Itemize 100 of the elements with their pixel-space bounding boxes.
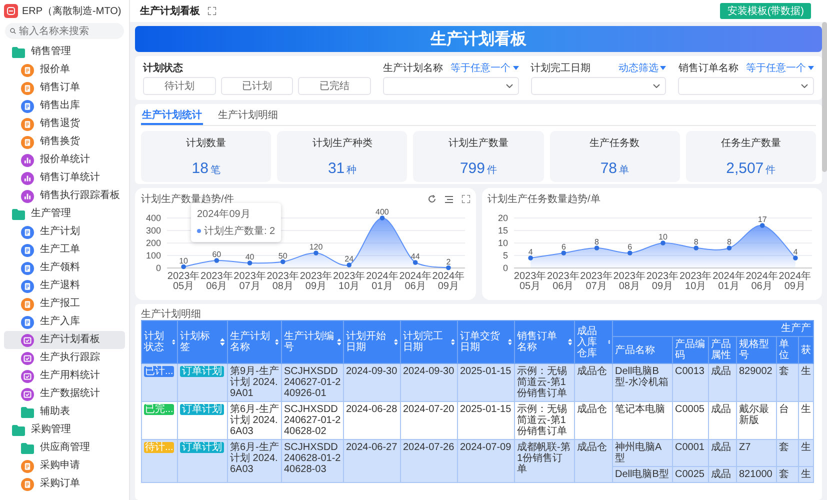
sidebar-item[interactable]: 报价单 xyxy=(4,61,125,79)
column-header: 产品属性 xyxy=(711,339,731,361)
data-label: 8 xyxy=(693,238,698,246)
axis-label: 200 xyxy=(146,238,161,248)
column-header: 获 xyxy=(801,344,811,356)
sidebar-item[interactable]: 销售换货 xyxy=(4,133,125,151)
axis-label: 2023年05月 xyxy=(167,271,200,292)
data-label: 40 xyxy=(245,252,254,262)
sidebar-item[interactable]: 生产执行跟踪 xyxy=(4,349,125,367)
data-point xyxy=(247,260,252,266)
tab[interactable]: 生产计划明细 xyxy=(217,107,279,125)
status-tag: 已计... xyxy=(144,366,174,377)
sort-icon[interactable] xyxy=(508,338,512,346)
tooltip-label: 计划生产数量: 2 xyxy=(204,224,276,238)
data-point xyxy=(693,246,698,250)
column-header: 计划状态 xyxy=(144,331,165,353)
sidebar-item[interactable]: 销售执行跟踪看板 xyxy=(4,187,125,205)
data-label: 6 xyxy=(627,242,632,252)
page-title: 生产计划看板 xyxy=(140,4,200,18)
sidebar-item[interactable]: 生产计划看板 xyxy=(4,331,125,349)
axis-label: 10 xyxy=(497,238,508,248)
sidebar-item[interactable]: 生产计划 xyxy=(4,223,125,241)
column-header: 成品入库仓库 xyxy=(577,326,598,358)
stat-label: 计划生产种类 xyxy=(312,136,372,150)
data-label: 120 xyxy=(309,242,323,252)
column-header: 生产计划编号 xyxy=(284,331,335,353)
sidebar-item[interactable]: 销售退货 xyxy=(4,115,125,133)
filter-mode-link[interactable]: 等于任意一个 xyxy=(450,60,519,74)
sort-icon[interactable] xyxy=(275,338,279,346)
sidebar-item[interactable]: 报价单统计 xyxy=(4,151,125,169)
column-header: 产品编码 xyxy=(675,339,705,361)
sidebar-item[interactable]: 生产工单 xyxy=(4,241,125,259)
table-cell: 821000 xyxy=(736,466,776,482)
sort-icon[interactable] xyxy=(336,338,341,346)
caret-icon xyxy=(808,66,814,70)
sort-icon[interactable] xyxy=(220,338,225,346)
list-icon[interactable] xyxy=(444,196,452,202)
sort-icon[interactable] xyxy=(568,338,572,346)
sidebar-item[interactable]: 生产领料 xyxy=(4,259,125,277)
filter-mode-link[interactable]: 等于任意一个 xyxy=(746,60,814,74)
sort-icon[interactable] xyxy=(608,338,610,346)
table-cell: 神州电脑A型 xyxy=(612,440,672,466)
axis-label: 2023年08月 xyxy=(266,271,299,292)
sidebar-item[interactable]: 供应商管理 xyxy=(4,439,125,457)
status-tag: 已完... xyxy=(144,404,174,415)
table-cell: Z7 xyxy=(736,440,776,466)
data-point xyxy=(759,223,764,228)
sidebar-item[interactable]: 生产数据统计 xyxy=(4,385,125,403)
table-cell: Dell电脑B型 xyxy=(612,466,672,482)
data-point xyxy=(214,258,220,263)
sidebar-item[interactable]: 生产入库 xyxy=(4,313,125,331)
axis-label: 2023年10月 xyxy=(679,271,712,292)
select-field[interactable] xyxy=(678,77,814,95)
table-cell: 第9月-生产计划 2024.9A01 xyxy=(228,364,282,402)
sort-icon[interactable] xyxy=(394,338,398,346)
sort-icon[interactable] xyxy=(172,338,175,346)
select-field[interactable] xyxy=(383,77,519,95)
status-option-button[interactable]: 已完结 xyxy=(298,77,372,95)
scrollbar-thumb[interactable] xyxy=(822,22,827,172)
data-label: 17 xyxy=(757,215,766,224)
sidebar-item[interactable]: 生产管理 xyxy=(4,205,125,223)
sidebar-item[interactable]: 采购订单 xyxy=(4,475,125,493)
sidebar-item[interactable]: 辅助表 xyxy=(4,403,125,421)
sidebar-item[interactable]: 销售订单统计 xyxy=(4,169,125,187)
status-option-button[interactable]: 待计划 xyxy=(143,77,216,95)
data-point xyxy=(660,240,665,246)
sidebar-item[interactable]: 生产退料 xyxy=(4,277,125,295)
table-cell: 第6月-生产计划 2024.6A03 xyxy=(228,440,282,482)
axis-label: 2024年01月 xyxy=(366,271,398,292)
axis-label: 15 xyxy=(497,226,508,236)
fullscreen-icon[interactable] xyxy=(462,195,470,203)
sort-icon[interactable] xyxy=(451,338,455,346)
stat-value: 18 xyxy=(192,160,208,177)
table-cell: 2024-07-26 xyxy=(400,440,458,482)
stat-value: 2,507 xyxy=(726,160,764,177)
status-option-button[interactable]: 已计划 xyxy=(220,77,294,95)
search-field[interactable]: 输入名称来搜索 xyxy=(5,23,124,39)
data-label: 44 xyxy=(410,252,420,261)
stat-unit: 种 xyxy=(346,164,357,177)
sidebar-item[interactable]: 销售管理 xyxy=(4,43,125,61)
data-point xyxy=(412,260,418,265)
table-cell: 套 xyxy=(776,364,798,402)
table-cell: 成都帆联-第1份销售订单 xyxy=(514,440,574,482)
column-header: 计划开始日期 xyxy=(346,331,387,353)
table-cell: 成品 xyxy=(708,466,736,482)
refresh-icon[interactable] xyxy=(428,195,436,203)
sidebar-item[interactable]: 销售出库 xyxy=(4,97,125,115)
tab[interactable]: 生产计划统计 xyxy=(141,107,203,125)
data-label: 24 xyxy=(344,254,354,264)
filter-mode-link[interactable]: 动态筛选 xyxy=(618,60,666,74)
select-field[interactable] xyxy=(530,77,666,95)
sidebar-item[interactable]: 生产报工 xyxy=(4,295,125,313)
sidebar-item[interactable]: 生产用料统计 xyxy=(4,367,125,385)
column-header: 计划标签 xyxy=(180,331,211,353)
table-cell: 生 xyxy=(798,364,814,402)
sidebar-item[interactable]: 销售订单 xyxy=(4,79,125,97)
app-logo-icon xyxy=(4,4,18,18)
sidebar-item[interactable]: 采购管理 xyxy=(4,421,125,439)
fullscreen-icon[interactable] xyxy=(208,7,216,15)
sidebar-item[interactable]: 采购申请 xyxy=(4,457,125,475)
